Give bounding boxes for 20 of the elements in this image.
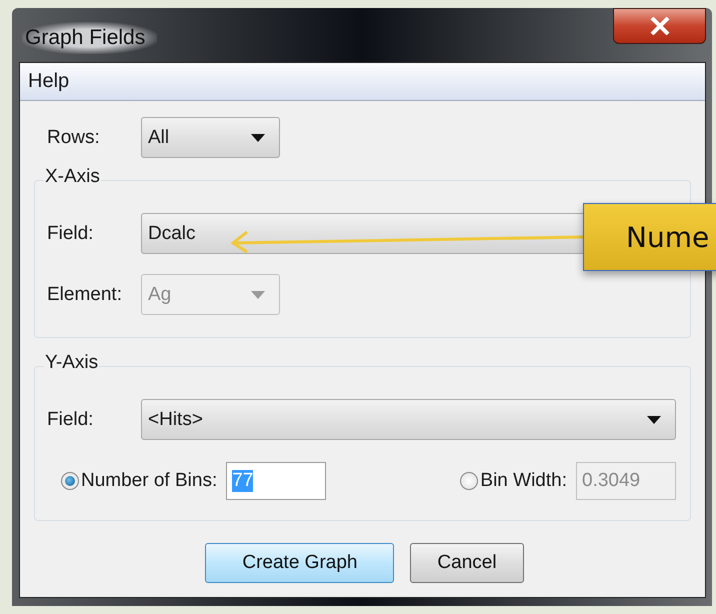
- close-button[interactable]: [613, 8, 706, 44]
- dropdown: Ag: [141, 274, 280, 315]
- dropdown[interactable]: All: [141, 117, 280, 158]
- field-label: Field:: [47, 408, 94, 430]
- caret-icon: [251, 134, 265, 142]
- radio-button[interactable]: [61, 472, 79, 490]
- radio-button[interactable]: [460, 472, 478, 490]
- menu-item[interactable]: Help: [28, 70, 70, 93]
- close-icon: [650, 17, 670, 35]
- cancel-button[interactable]: Cancel: [410, 543, 524, 583]
- field-label: Field:: [47, 222, 94, 244]
- create-graph-button[interactable]: Create Graph: [205, 543, 394, 583]
- dropdown[interactable]: <Hits>: [141, 399, 676, 440]
- caret-icon: [251, 290, 265, 298]
- field-label: Rows:: [47, 126, 101, 148]
- option-label: Bin Width:: [480, 470, 567, 492]
- field-label: Element:: [47, 284, 123, 306]
- caret-icon: [647, 416, 661, 424]
- option-label: Number of Bins:: [81, 470, 218, 492]
- window-title: Graph Fields: [22, 22, 158, 54]
